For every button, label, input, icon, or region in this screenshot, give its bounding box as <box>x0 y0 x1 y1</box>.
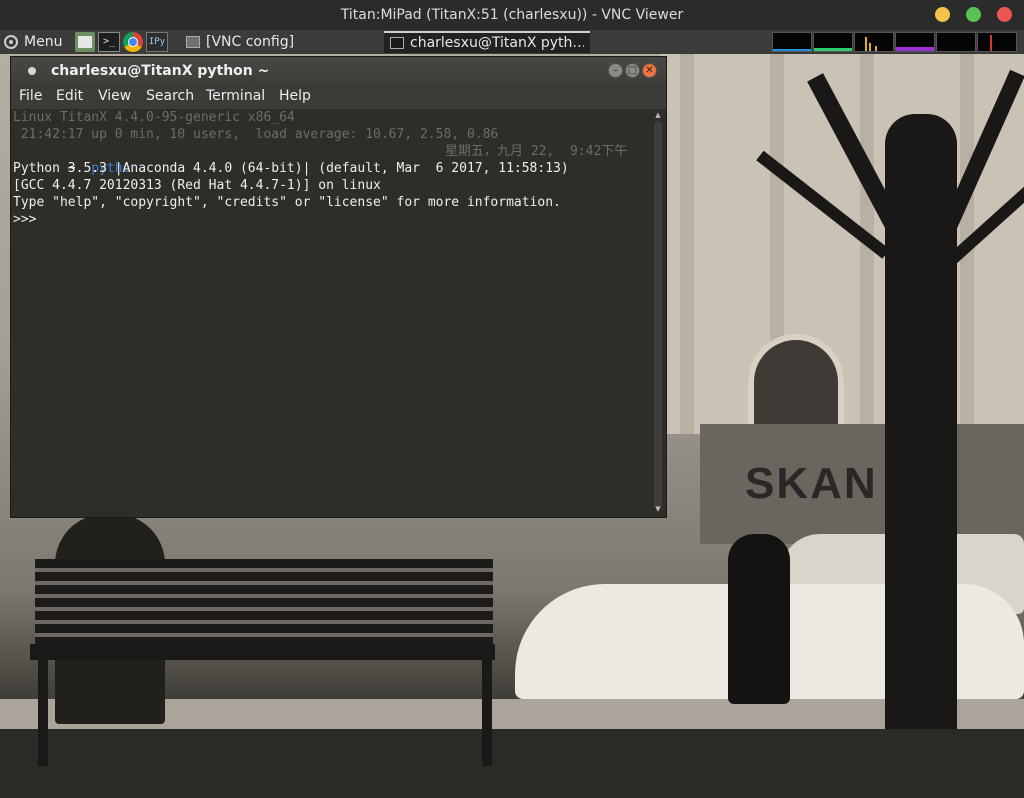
help-info-line: Type "help", "copyright", "credits" or "… <box>13 195 561 210</box>
scrollbar-thumb[interactable] <box>654 121 662 509</box>
menu-help[interactable]: Help <box>279 88 311 104</box>
ipython-icon[interactable]: IPy <box>146 32 168 52</box>
wallpaper-pavement <box>0 729 1024 798</box>
prompt-datetime: 星期五，九月 22, 9:42下午 <box>445 144 628 159</box>
wallpaper-bench <box>35 559 493 644</box>
scroll-up-icon[interactable]: ▲ <box>654 111 662 119</box>
terminal-title: charlesxu@TitanX python ~ <box>51 63 270 79</box>
terminal-titlebar[interactable]: charlesxu@TitanX python ~ – □ ✕ <box>11 57 666 85</box>
disk-graph <box>977 32 1017 52</box>
vnc-close-button[interactable] <box>997 7 1012 22</box>
terminal-window-icon <box>390 37 404 49</box>
cpu-graph <box>772 32 812 52</box>
menu-label: Menu <box>24 34 63 50</box>
window-menu-icon[interactable] <box>28 67 36 75</box>
menu-edit[interactable]: Edit <box>56 88 83 104</box>
vnc-maximize-button[interactable] <box>966 7 981 22</box>
vnc-viewer-titlebar: Titan:MiPad (TitanX:51 (charlesxu)) - VN… <box>0 0 1024 30</box>
window-icon <box>186 36 200 48</box>
uptime-line: 21:42:17 up 0 min, 10 users, load averag… <box>13 127 499 142</box>
taskbar-item-vnc-config[interactable]: [VNC config] <box>180 31 380 53</box>
menu-terminal[interactable]: Terminal <box>206 88 265 104</box>
menu-button[interactable]: Menu <box>4 32 62 52</box>
taskbar-item-terminal[interactable]: charlesxu@TitanX pyth… <box>384 31 590 53</box>
maximize-button[interactable]: □ <box>625 63 640 78</box>
terminal-output[interactable]: Linux TitanX 4.4.0-95-generic x86_64 21:… <box>13 109 651 509</box>
minimize-button[interactable]: – <box>608 63 623 78</box>
vnc-minimize-button[interactable] <box>935 7 950 22</box>
terminal-scrollbar[interactable]: ▲ ▼ <box>654 111 662 513</box>
wallpaper-pedestrian <box>728 534 790 704</box>
load-graph <box>936 32 976 52</box>
memory-graph <box>813 32 853 52</box>
menu-file[interactable]: File <box>19 88 42 104</box>
scroll-down-icon[interactable]: ▼ <box>654 505 662 513</box>
swap-graph <box>895 32 935 52</box>
network-graph <box>854 32 894 52</box>
vnc-window-controls <box>935 7 1012 22</box>
menu-view[interactable]: View <box>98 88 131 104</box>
terminal-icon[interactable]: >_ <box>98 32 120 52</box>
taskbar-item-label: charlesxu@TitanX pyth… <box>410 35 584 51</box>
vnc-window-title: Titan:MiPad (TitanX:51 (charlesxu)) - VN… <box>340 7 684 23</box>
python-version-line: Python 3.5.3 |Anaconda 4.4.0 (64-bit)| (… <box>13 161 569 176</box>
taskbar-item-label: [VNC config] <box>206 34 295 50</box>
terminal-menubar: File Edit View Search Terminal Help <box>11 85 666 109</box>
close-button[interactable]: ✕ <box>642 63 657 78</box>
gcc-info-line: [GCC 4.4.7 20120313 (Red Hat 4.4.7-1)] o… <box>13 178 381 193</box>
file-manager-icon[interactable] <box>75 32 95 52</box>
desktop-panel: Menu >_ IPy [VNC config] charlesxu@Titan… <box>0 30 1024 54</box>
menu-search[interactable]: Search <box>146 88 194 104</box>
system-info-line: Linux TitanX 4.4.0-95-generic x86_64 <box>13 110 295 125</box>
terminal-window[interactable]: charlesxu@TitanX python ~ – □ ✕ File Edi… <box>10 56 667 518</box>
menu-icon <box>4 35 18 49</box>
repl-prompt[interactable]: >>> <box>13 211 36 228</box>
chrome-icon[interactable] <box>123 32 143 52</box>
